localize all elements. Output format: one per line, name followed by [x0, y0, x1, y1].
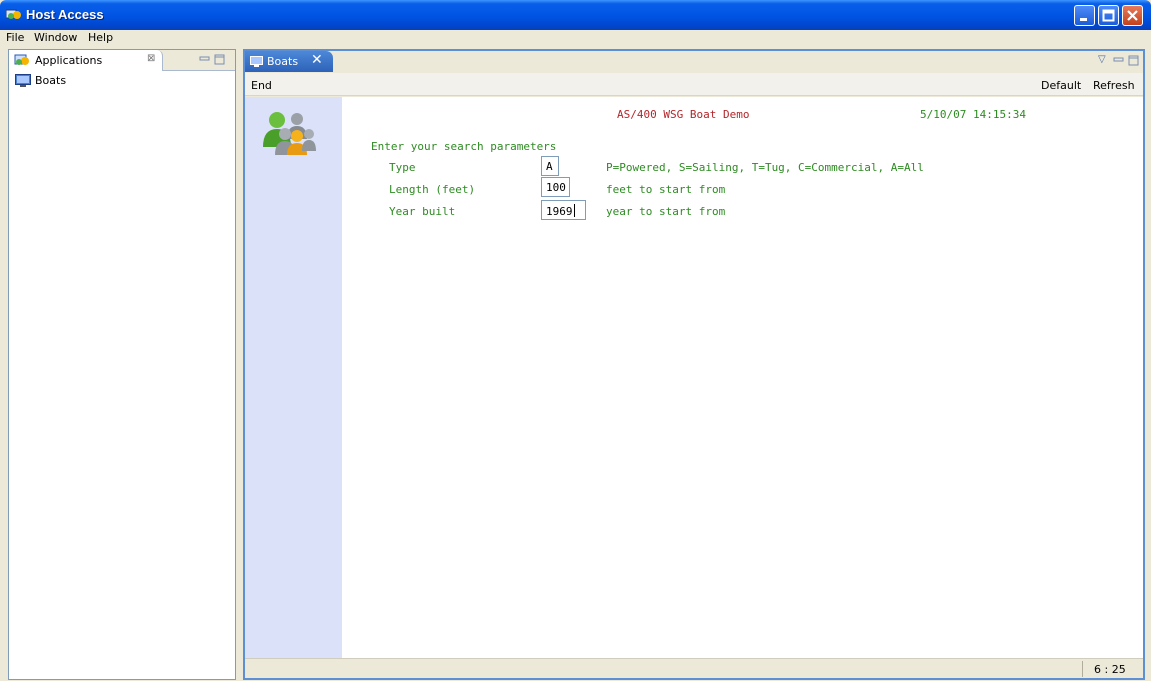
length-field[interactable]: 100 — [541, 177, 570, 197]
text-caret — [573, 204, 575, 217]
window-title: Host Access — [26, 7, 104, 22]
type-label: Type — [389, 161, 416, 174]
length-label: Length (feet) — [389, 183, 476, 196]
close-tab-icon[interactable]: ✕ — [311, 52, 323, 68]
year-hint: year to start from — [606, 205, 726, 218]
tree-item-label: Boats — [35, 74, 67, 87]
type-hint: P=Powered, S=Sailing, T=Tug, C=Commercia… — [606, 161, 924, 174]
maximize-view-icon[interactable] — [214, 54, 225, 65]
host-screen: AS/400 WSG Boat Demo 5/10/07 14:15:34 En… — [342, 97, 1143, 658]
screen-heading: AS/400 WSG Boat Demo — [617, 108, 750, 121]
close-icon — [1127, 10, 1138, 21]
menu-window[interactable]: Window — [34, 31, 77, 44]
editor-tab-area: Boats ✕ ▽ — [245, 51, 1143, 72]
action-bar: End Default Refresh — [245, 73, 1143, 96]
minimize-button[interactable] — [1074, 5, 1095, 26]
view-menu-icon[interactable]: ▽ — [1098, 54, 1106, 65]
host-side-strip — [245, 97, 342, 658]
type-field[interactable]: A — [541, 156, 559, 176]
refresh-button[interactable]: Refresh — [1093, 79, 1135, 92]
status-divider — [1082, 661, 1083, 677]
year-field[interactable]: 1969 — [541, 200, 586, 220]
screen-timestamp: 5/10/07 14:15:34 — [920, 108, 1026, 121]
year-label: Year built — [389, 205, 456, 218]
minimize-editor-icon[interactable] — [1113, 55, 1124, 65]
title-bar: Host Access — [0, 0, 1151, 30]
menu-file[interactable]: File — [6, 31, 24, 44]
close-button[interactable] — [1122, 5, 1143, 26]
maximize-button[interactable] — [1098, 5, 1119, 26]
tab-boats[interactable]: Boats ✕ — [245, 51, 333, 72]
status-bar: 6 : 25 — [245, 658, 1143, 678]
search-prompt: Enter your search parameters — [371, 140, 557, 153]
year-field-value: 1969 — [546, 205, 573, 218]
length-hint: feet to start from — [606, 183, 726, 196]
tab-boats-label: Boats — [267, 55, 299, 68]
end-button[interactable]: End — [251, 79, 272, 92]
applications-icon — [14, 54, 29, 65]
app-icon — [6, 9, 21, 19]
menu-bar: File Window Help — [0, 30, 1151, 46]
menu-help[interactable]: Help — [88, 31, 113, 44]
boats-editor: Boats ✕ ▽ End Default Refresh AS/400 WSG… — [243, 49, 1145, 680]
default-button[interactable]: Default — [1041, 79, 1081, 92]
terminal-icon — [15, 74, 31, 87]
minimize-icon — [1080, 18, 1087, 21]
applications-tab-area: Applications ⊠ — [9, 50, 235, 71]
users-icon — [263, 112, 316, 155]
applications-view: Applications ⊠ Boats — [8, 49, 236, 680]
maximize-editor-icon[interactable] — [1128, 55, 1139, 66]
terminal-icon — [250, 56, 263, 67]
tab-applications[interactable]: Applications ⊠ — [9, 50, 163, 71]
close-tab-icon[interactable]: ⊠ — [147, 53, 155, 64]
minimize-view-icon[interactable] — [199, 54, 210, 64]
maximize-icon — [1102, 9, 1115, 22]
cursor-position: 6 : 25 — [1094, 663, 1126, 676]
tab-applications-label: Applications — [35, 54, 103, 67]
